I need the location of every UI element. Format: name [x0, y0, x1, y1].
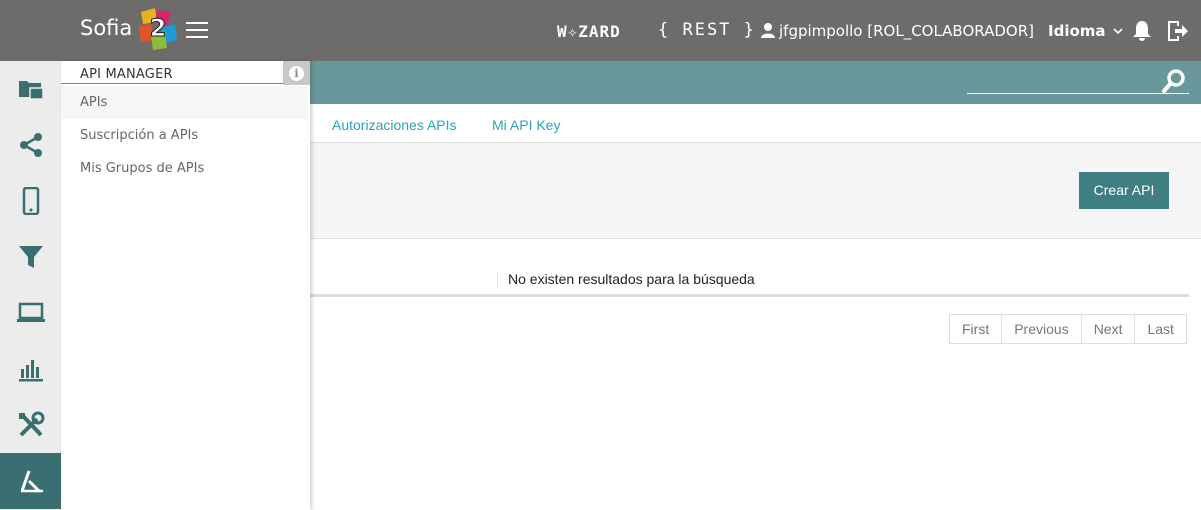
- submenu-item-label: Suscripción a APIs: [80, 128, 199, 143]
- info-button[interactable]: i: [283, 61, 310, 85]
- logout-icon[interactable]: [1165, 19, 1189, 43]
- pagination: First Previous Next Last: [949, 314, 1187, 344]
- submenu-item-label: APIs: [80, 95, 108, 110]
- empty-results-message: No existen resultados para la búsqueda: [508, 271, 755, 287]
- nav-filter[interactable]: [0, 229, 61, 285]
- api-manager-submenu: API MANAGER i APIs Suscripción a APIs Mi…: [61, 61, 310, 510]
- tab-bar: Autorizaciones APIs Mi API Key: [310, 104, 1201, 143]
- submenu-item-subscriptions[interactable]: Suscripción a APIs: [61, 119, 308, 152]
- user-menu[interactable]: jfgpimpollo [ROL_COLABORADOR]: [760, 22, 1034, 40]
- rest-link[interactable]: { REST }: [658, 20, 756, 40]
- nav-laptop[interactable]: [0, 285, 61, 341]
- brand-name: Sofia: [80, 16, 133, 40]
- submenu-title: API MANAGER: [80, 67, 173, 82]
- pagination-next[interactable]: Next: [1080, 315, 1135, 343]
- empty-cell-marker: [497, 272, 498, 288]
- language-label: Idioma: [1048, 22, 1106, 40]
- brand-mark-number: 2: [150, 14, 167, 42]
- results-table: [310, 240, 1189, 297]
- sofia2-logo-mark: 2: [139, 8, 177, 50]
- top-bar: Sofia 2 W✧ZARD { REST } jfgpimpollo [ROL…: [0, 0, 1201, 61]
- actions-panel: [310, 143, 1201, 239]
- create-api-button[interactable]: Crear API: [1079, 172, 1169, 209]
- share-icon: [19, 133, 42, 157]
- left-icon-nav: [0, 61, 61, 510]
- submenu-item-groups[interactable]: Mis Grupos de APIs: [61, 152, 308, 185]
- pagination-last[interactable]: Last: [1134, 315, 1185, 343]
- submenu-divider: [61, 83, 308, 84]
- nav-analytics[interactable]: [0, 341, 61, 397]
- tools-icon: [18, 411, 44, 437]
- bell-icon[interactable]: [1130, 19, 1154, 43]
- search-input[interactable]: [967, 93, 1189, 94]
- pagination-previous[interactable]: Previous: [1001, 315, 1080, 343]
- brand-logo[interactable]: Sofia: [80, 16, 132, 40]
- search-icon[interactable]: [1161, 68, 1187, 94]
- api-icon: [20, 470, 43, 493]
- submenu-item-apis[interactable]: APIs: [61, 86, 308, 119]
- nav-api-manager[interactable]: [0, 453, 61, 509]
- user-icon: [761, 23, 775, 38]
- nav-share[interactable]: [0, 117, 61, 173]
- language-dropdown[interactable]: Idioma: [1048, 22, 1123, 40]
- search-bar: [310, 61, 1201, 104]
- hamburger-menu-icon[interactable]: [186, 22, 208, 40]
- laptop-icon: [16, 302, 45, 322]
- bar-chart-icon: [18, 360, 43, 382]
- tab-autorizaciones[interactable]: Autorizaciones APIs: [332, 117, 457, 133]
- nav-projects[interactable]: [0, 61, 61, 117]
- chevron-down-icon: [1113, 28, 1123, 35]
- user-name: jfgpimpollo [ROL_COLABORADOR]: [779, 22, 1034, 40]
- nav-mobile[interactable]: [0, 173, 61, 229]
- folder-icon: [18, 81, 44, 100]
- info-icon: i: [289, 65, 304, 81]
- wizard-link[interactable]: W✧ZARD: [557, 22, 621, 41]
- pagination-first[interactable]: First: [950, 315, 1001, 343]
- tab-api-key[interactable]: Mi API Key: [492, 117, 560, 133]
- filter-icon: [18, 246, 43, 268]
- nav-tools[interactable]: [0, 397, 61, 453]
- mobile-icon: [22, 187, 39, 215]
- submenu-item-label: Mis Grupos de APIs: [80, 161, 205, 176]
